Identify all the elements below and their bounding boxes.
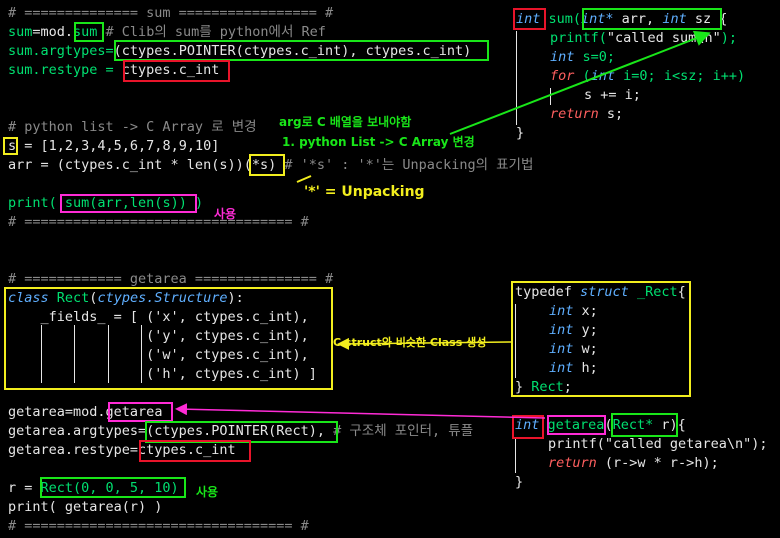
arrow-getarea-ref	[175, 403, 546, 419]
arrow-argtypes-to-c-params	[449, 30, 711, 135]
note-use-sum: 사용	[214, 207, 237, 221]
note-list-to-array: 1. python List -> C Array 변경	[282, 135, 475, 149]
annotation-arrows	[175, 30, 711, 419]
note-unpacking: '*' = Unpacking	[304, 184, 425, 200]
note-arg-c-array: arg로 C 배열을 보내야함	[279, 115, 412, 129]
note-struct-class: C struct와 비슷한 Class 생성	[333, 336, 487, 349]
connector-unpack	[296, 175, 312, 183]
note-use-rect: 사용	[196, 485, 219, 499]
